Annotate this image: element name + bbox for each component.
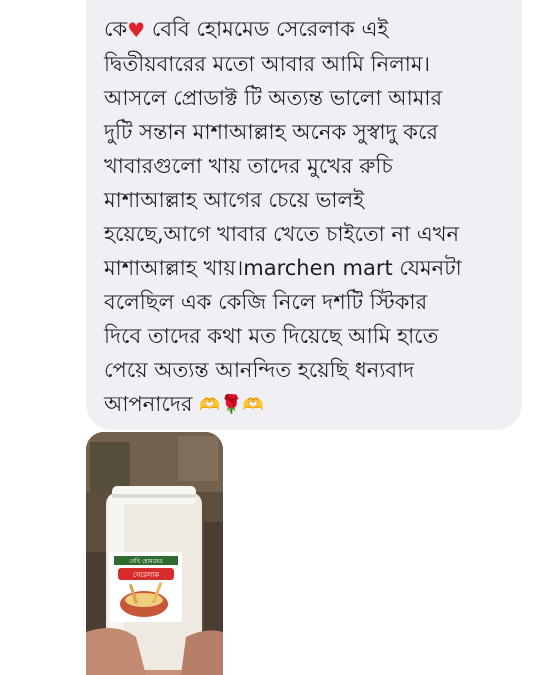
rose-icon: 🌹 xyxy=(220,394,243,415)
message-bubble[interactable]: কে♥ বেবি হোমমেড সেরেলাক এই দ্বিতীয়বারের… xyxy=(86,0,522,430)
message-text: আপনাদের xyxy=(104,392,193,416)
message-line-5: খাবারগুলো খায় তাদের মুখের রুচি xyxy=(104,154,393,178)
message-line-9: বলেছিল এক কেজি নিলে দশটি স্টিকার xyxy=(104,290,428,314)
heart-hands-icon: 🫶 xyxy=(242,395,264,415)
jar-label-text: বেবি হোমমেড xyxy=(129,558,163,565)
product-photo-image: বেবি হোমমেড সেরেলাক xyxy=(86,432,223,675)
product-photo[interactable]: বেবি হোমমেড সেরেলাক xyxy=(86,432,223,675)
heart-icon: ♥ xyxy=(127,18,146,42)
message-line-7: হয়েছে,আগে খাবার খেতে চাইতো না এখন xyxy=(104,222,460,246)
message-line-1: কে♥ বেবি হোমমেড সেরেলাক এই xyxy=(104,12,508,47)
jar-label-text: সেরেলাক xyxy=(133,571,159,579)
message-line-8: মাশাআল্লাহ খায়।marchen mart যেমনটা xyxy=(104,256,462,280)
message-line-3: আসলে প্রোডাক্ট টি অত্যন্ত ভালো আমার xyxy=(104,86,442,110)
message-line-11: পেয়ে অত্যন্ত আনন্দিত হয়েছি ধন্যবাদ xyxy=(104,358,415,382)
message-line-4: দুটি সন্তান মাশাআল্লাহ অনেক সুস্বাদু করে xyxy=(104,120,438,144)
heart-hands-icon: 🫶 xyxy=(199,395,221,415)
message-text: বেবি হোমমেড সেরেলাক এই xyxy=(151,17,389,41)
message-text: কে xyxy=(104,17,128,41)
message-line-6: মাশাআল্লাহ আগের চেয়ে ভালই xyxy=(104,188,365,212)
message-line-2: দ্বিতীয়বারের মতো আবার আমি নিলাম। xyxy=(104,52,431,76)
message-line-10: দিবে তাদের কথা মত দিয়েছে আমি হাতে xyxy=(104,324,439,348)
message-line-12: আপনাদের 🫶🌹🫶 xyxy=(104,387,508,422)
